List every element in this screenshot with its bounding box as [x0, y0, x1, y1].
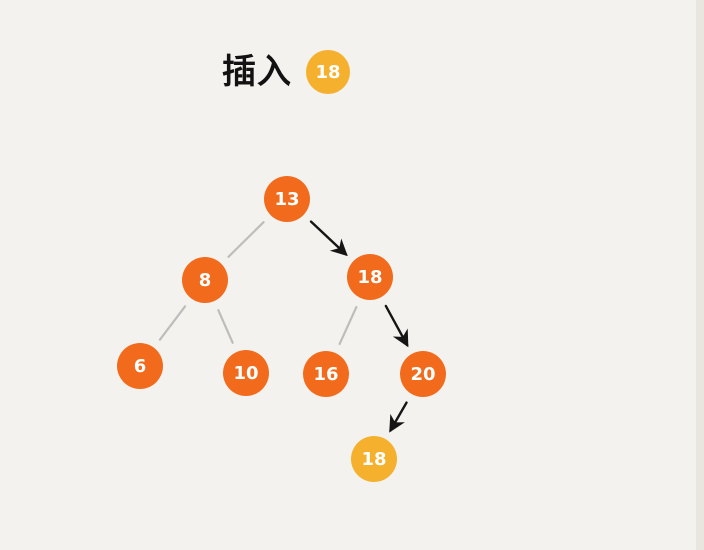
binary-search-tree-diagram: 13 8 18 6 10 16 20 18 — [117, 176, 446, 482]
tree-nodes: 13 8 18 6 10 16 20 18 — [117, 176, 446, 482]
node-label-18: 18 — [361, 449, 386, 470]
node-label-10: 10 — [233, 363, 258, 384]
tree-node-10: 10 — [223, 350, 269, 396]
tree-edge-8-to-6 — [158, 305, 187, 341]
tree-edge-18-to-16 — [338, 305, 358, 346]
tree-node-16: 16 — [303, 351, 349, 397]
tree-edges — [158, 220, 409, 433]
search-arrow-18-to-20 — [384, 304, 409, 348]
tree-node-20: 20 — [400, 351, 446, 397]
node-label-18: 18 — [357, 267, 382, 288]
tree-node-18: 18 — [347, 254, 393, 300]
search-arrow-20-to-18 — [389, 401, 408, 433]
node-label-13: 13 — [274, 189, 299, 210]
tree-node-6: 6 — [117, 343, 163, 389]
search-arrow-13-to-18 — [309, 220, 348, 257]
tree-edge-13-to-8 — [227, 221, 265, 258]
node-label-6: 6 — [134, 356, 147, 377]
node-label-16: 16 — [313, 364, 338, 385]
node-label-8: 8 — [199, 270, 212, 291]
tree-edge-8-to-10 — [217, 309, 234, 344]
tree-node-8: 8 — [182, 257, 228, 303]
tree-node-13: 13 — [264, 176, 310, 222]
node-label-20: 20 — [410, 364, 435, 385]
inserted-node-18: 18 — [351, 436, 397, 482]
